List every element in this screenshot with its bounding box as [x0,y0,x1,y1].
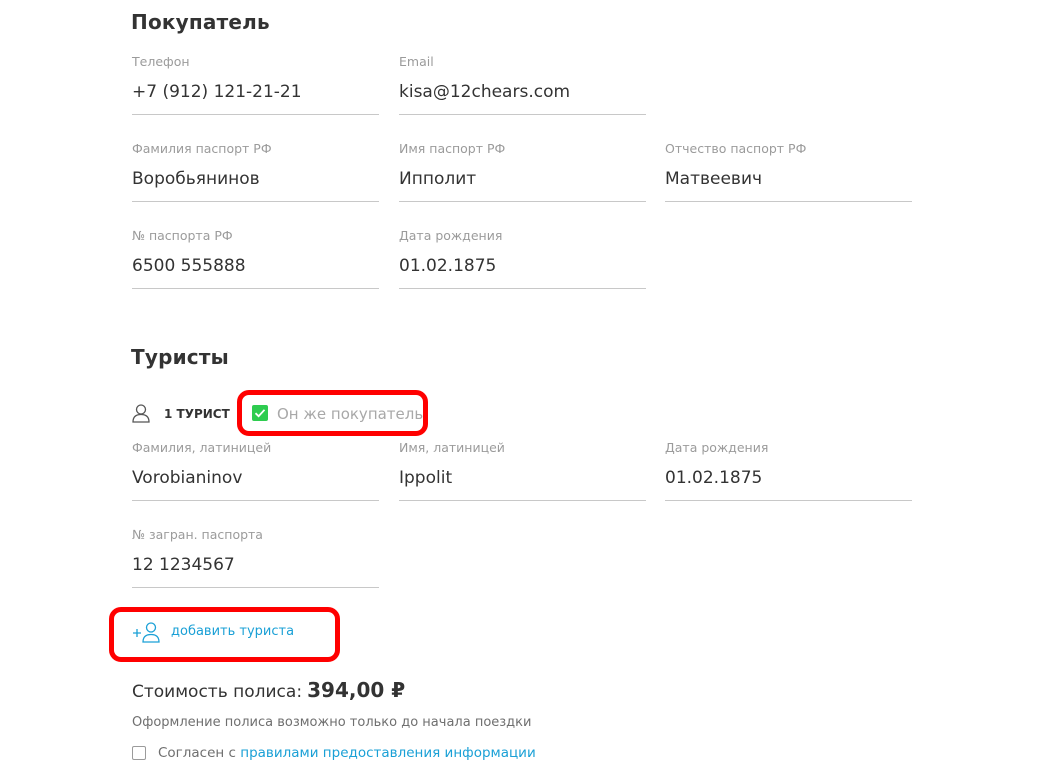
tourist-birth-date-input[interactable]: 01.02.1875 [665,468,762,488]
birth-date-input[interactable]: 01.02.1875 [399,256,496,276]
tourist-birth-date-label: Дата рождения [665,440,769,455]
highlight-same-as-buyer [237,390,428,436]
foreign-passport-field[interactable]: № загран. паспорта 12 1234567 [132,527,379,588]
passport-input[interactable]: 6500 555888 [132,256,246,276]
email-field[interactable]: Email kisa@12chears.com [399,54,646,115]
tourists-section-title: Туристы [131,345,229,369]
patronymic-input[interactable]: Матвеевич [665,169,762,189]
surname-latin-field[interactable]: Фамилия, латиницей Vorobianinov [132,440,379,501]
agree-rules-link[interactable]: правилами предоставления информации [240,745,535,761]
foreign-passport-input[interactable]: 12 1234567 [132,555,235,575]
phone-input[interactable]: +7 (912) 121-21-21 [132,82,302,102]
phone-label: Телефон [132,54,190,69]
policy-cost: Стоимость полиса: 394,00 ₽ [132,678,405,702]
foreign-passport-label: № загран. паспорта [132,527,263,542]
name-input[interactable]: Ипполит [399,169,476,189]
birth-date-field[interactable]: Дата рождения 01.02.1875 [399,228,646,289]
name-field[interactable]: Имя паспорт РФ Ипполит [399,141,646,202]
agree-prefix: Согласен с [158,745,236,761]
agree-text: Согласен с правилами предоставления инфо… [158,745,536,761]
policy-note: Оформление полиса возможно только до нач… [132,715,532,730]
phone-field[interactable]: Телефон +7 (912) 121-21-21 [132,54,379,115]
surname-input[interactable]: Воробьянинов [132,169,260,189]
surname-field[interactable]: Фамилия паспорт РФ Воробьянинов [132,141,379,202]
email-label: Email [399,54,434,69]
birth-date-label: Дата рождения [399,228,503,243]
email-input[interactable]: kisa@12chears.com [399,82,570,102]
policy-cost-value: 394,00 ₽ [307,678,406,702]
policy-cost-label: Стоимость полиса: [132,682,303,702]
name-latin-label: Имя, латиницей [399,440,505,455]
user-icon [131,403,151,423]
name-latin-input[interactable]: Ippolit [399,468,452,488]
surname-latin-label: Фамилия, латиницей [132,440,272,455]
patronymic-field[interactable]: Отчество паспорт РФ Матвеевич [665,141,912,202]
tourist-number-label: 1 ТУРИСТ [164,407,230,421]
patronymic-label: Отчество паспорт РФ [665,141,807,156]
passport-field[interactable]: № паспорта РФ 6500 555888 [132,228,379,289]
buyer-section-title: Покупатель [131,10,270,34]
agree-checkbox[interactable] [132,746,146,760]
surname-latin-input[interactable]: Vorobianinov [132,468,242,488]
highlight-add-tourist [109,607,340,662]
tourist-birth-date-field[interactable]: Дата рождения 01.02.1875 [665,440,912,501]
name-latin-field[interactable]: Имя, латиницей Ippolit [399,440,646,501]
name-label: Имя паспорт РФ [399,141,506,156]
passport-label: № паспорта РФ [132,228,233,243]
surname-label: Фамилия паспорт РФ [132,141,272,156]
